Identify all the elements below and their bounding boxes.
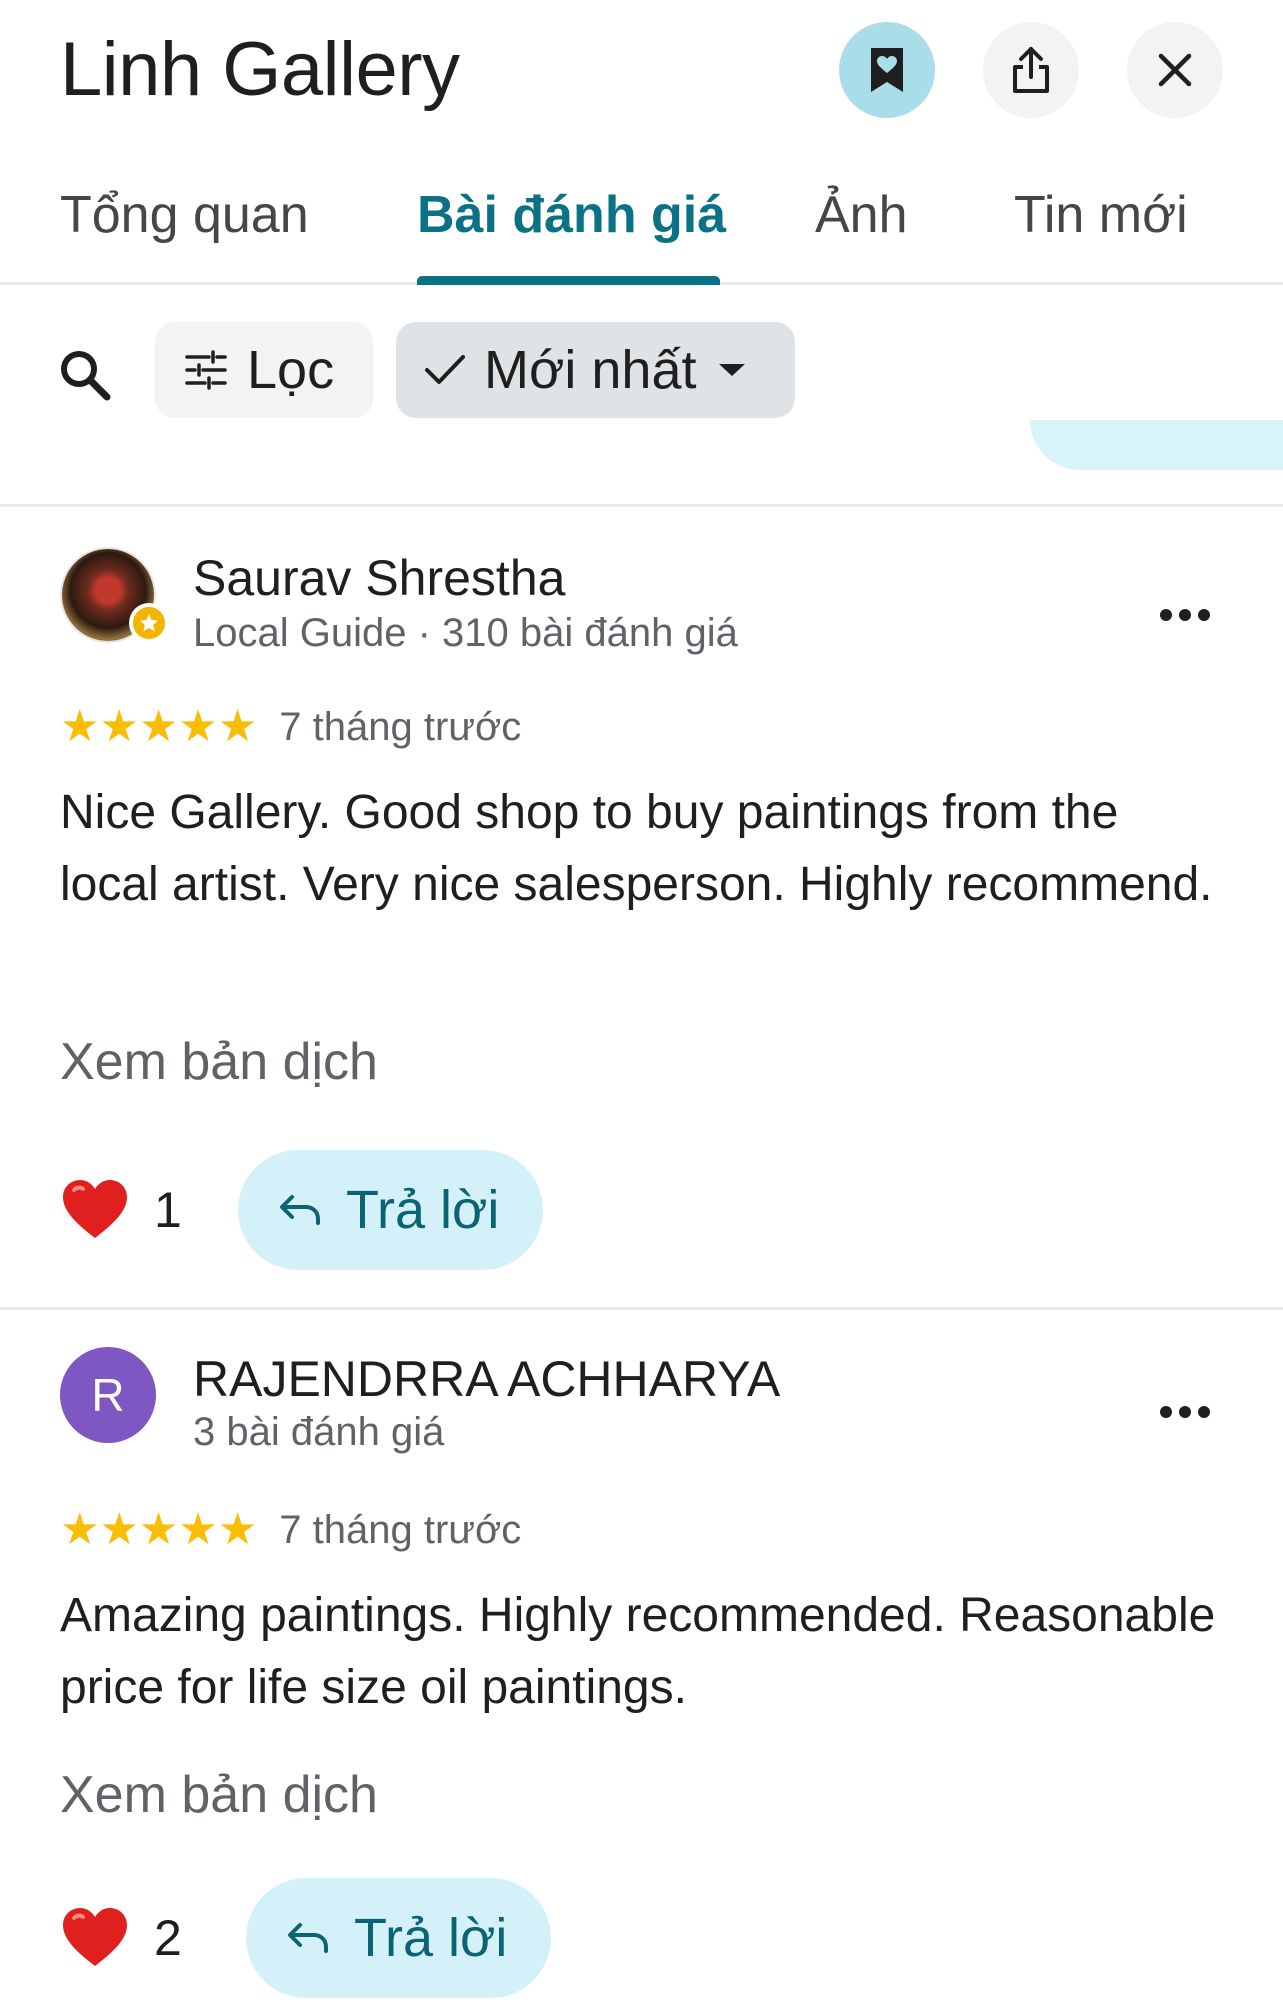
star-icon: ★ [138, 1504, 179, 1555]
like-count: 2 [154, 1910, 182, 1966]
active-tab-indicator [417, 276, 720, 285]
like-button[interactable]: 2 [60, 1898, 182, 1978]
bookmark-heart-icon [871, 48, 903, 92]
star-icon: ★ [217, 1504, 258, 1555]
review-card: Saurav Shrestha Local Guide · 310 bài đá… [0, 507, 1283, 1307]
review-author-name[interactable]: RAJENDRRA ACHHARYA [193, 1350, 780, 1408]
star-icon: ★ [217, 701, 258, 752]
like-button[interactable]: 1 [60, 1170, 182, 1250]
rating-row: ★ ★ ★ ★ ★ 7 tháng trước [60, 1505, 521, 1555]
review-date: 7 tháng trước [279, 704, 522, 749]
star-icon: ★ [178, 701, 218, 752]
heart-icon [63, 1908, 127, 1966]
sort-chip[interactable]: Mới nhất [396, 322, 795, 418]
like-count: 1 [154, 1182, 182, 1238]
star-icon: ★ [60, 701, 100, 752]
close-button[interactable] [1127, 22, 1223, 118]
star-icon: ★ [99, 1504, 139, 1555]
sort-chip-label: Mới nhất [484, 340, 697, 400]
reply-icon [286, 1921, 330, 1955]
reply-icon [278, 1193, 322, 1227]
star-rating: ★ ★ ★ ★ ★ [60, 1508, 257, 1552]
reply-label: Trả lời [346, 1180, 500, 1240]
check-icon [424, 353, 466, 387]
review-author-name[interactable]: Saurav Shrestha [193, 549, 565, 607]
review-author-meta: Local Guide · 310 bài đánh giá [193, 611, 738, 655]
local-guide-badge [129, 603, 169, 643]
reply-button[interactable]: Trả lời [246, 1878, 552, 1998]
filter-chip-label: Lọc [247, 340, 335, 400]
search-reviews-button[interactable] [50, 340, 120, 410]
avatar[interactable]: R [60, 1347, 156, 1443]
review-date: 7 tháng trước [279, 1507, 522, 1552]
place-header: Linh Gallery [0, 0, 1283, 140]
star-rating: ★ ★ ★ ★ ★ [60, 705, 257, 749]
review-text: Amazing paintings. Highly recommended. R… [60, 1589, 1216, 1714]
tab-photos[interactable]: Ảnh [815, 185, 908, 245]
tab-updates[interactable]: Tin mới [1014, 185, 1188, 245]
more-options-button[interactable] [1140, 585, 1230, 645]
star-icon: ★ [60, 1504, 100, 1555]
more-horiz-icon [1160, 1406, 1210, 1418]
rating-row: ★ ★ ★ ★ ★ 7 tháng trước [60, 702, 521, 752]
share-icon [1013, 47, 1049, 93]
review-text: Nice Gallery. Good shop to buy paintings… [60, 786, 1213, 911]
saved-button[interactable] [839, 22, 935, 118]
scroll-peek-decoration [1030, 420, 1283, 470]
tab-bar: Tổng quan Bài đánh giá Ảnh Tin mới [0, 165, 1283, 285]
tab-overview[interactable]: Tổng quan [60, 185, 309, 245]
close-icon [1158, 53, 1192, 87]
reply-label: Trả lời [354, 1908, 508, 1968]
see-translation-link[interactable]: Xem bản dịch [60, 1765, 378, 1825]
star-icon: ★ [138, 701, 179, 752]
tab-reviews[interactable]: Bài đánh giá [417, 185, 726, 245]
share-button[interactable] [983, 22, 1079, 118]
more-options-button[interactable] [1140, 1382, 1230, 1442]
place-reviews-panel: Linh Gallery Tổng quan Bài đánh giá Ảnh … [0, 0, 1283, 2014]
tune-icon [183, 350, 229, 390]
star-badge-icon [140, 614, 158, 632]
review-card: R RAJENDRRA ACHHARYA 3 bài đánh giá ★ ★ … [0, 1310, 1283, 2014]
more-horiz-icon [1160, 609, 1210, 621]
search-icon [61, 351, 111, 401]
review-filter-row: Lọc Mới nhất [0, 310, 1283, 430]
review-author-meta: 3 bài đánh giá [193, 1410, 445, 1454]
star-icon: ★ [99, 701, 139, 752]
see-translation-link[interactable]: Xem bản dịch [60, 1032, 378, 1092]
heart-icon [63, 1180, 127, 1238]
reply-button[interactable]: Trả lời [238, 1150, 544, 1270]
filter-chip[interactable]: Lọc [155, 322, 373, 418]
star-icon: ★ [178, 1504, 218, 1555]
place-title: Linh Gallery [60, 27, 460, 112]
dropdown-arrow-icon [717, 361, 747, 379]
